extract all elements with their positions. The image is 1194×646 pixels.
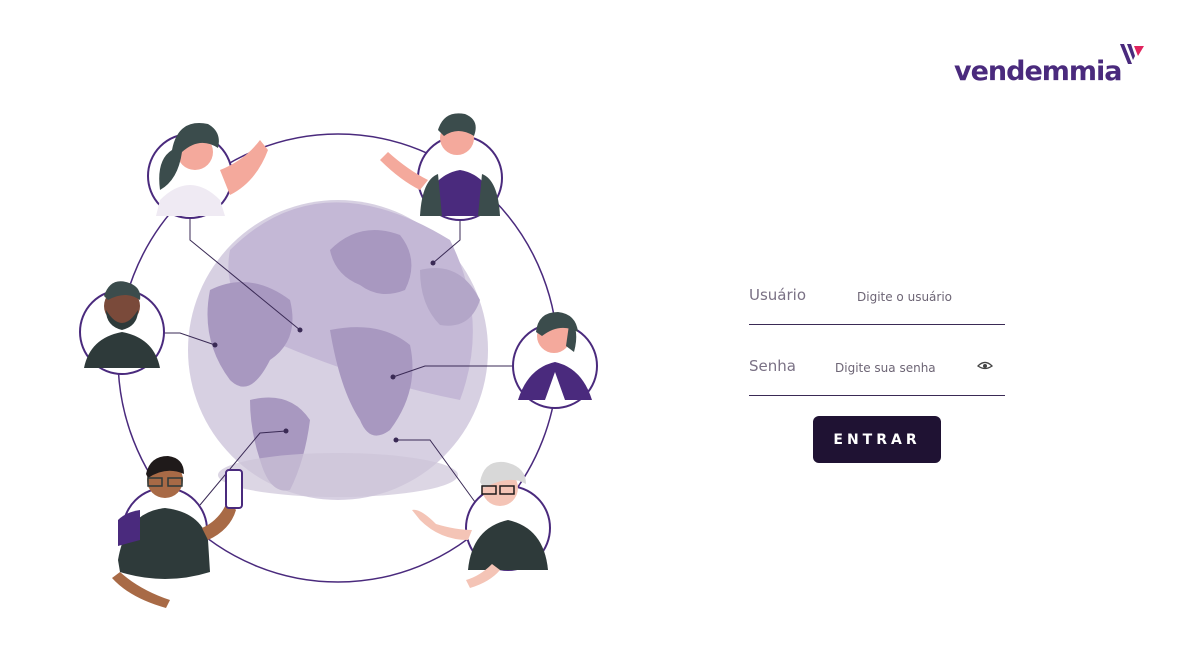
brand-mark-icon — [1120, 44, 1144, 64]
brand-logo: vendemmia — [950, 40, 1150, 100]
brand-name: vendemmia — [954, 56, 1123, 87]
avatar-man-left — [79, 281, 165, 375]
avatar-man-top-right — [380, 113, 503, 221]
avatar-woman-top-left — [147, 123, 268, 219]
password-field: Senha — [749, 341, 1005, 396]
login-page: vendemmia Usuário Senha ENTRAR — [0, 0, 1194, 646]
eye-icon[interactable] — [977, 359, 993, 373]
submit-button[interactable]: ENTRAR — [813, 416, 941, 463]
globe-network-illustration — [79, 113, 598, 608]
avatar-woman-right — [512, 312, 598, 409]
username-field: Usuário — [749, 270, 1005, 325]
login-form: Usuário Senha ENTRAR — [749, 270, 1005, 463]
password-input[interactable] — [833, 355, 977, 381]
password-label: Senha — [749, 357, 796, 375]
username-input[interactable] — [855, 284, 1004, 310]
username-label: Usuário — [749, 286, 807, 304]
